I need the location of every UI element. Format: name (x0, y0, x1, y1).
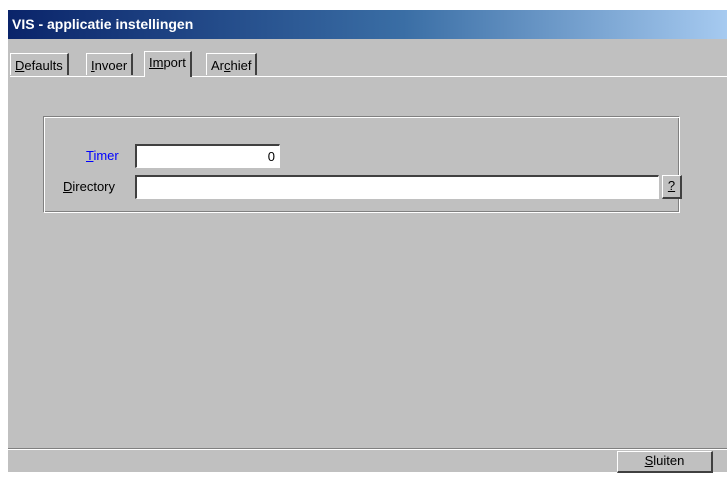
title-bar: VIS - applicatie instellingen (8, 10, 727, 39)
browse-button-label: ? (667, 178, 676, 193)
directory-label-text: irectory (72, 179, 116, 194)
tab-defaults-mnemonic: D (15, 58, 25, 73)
import-settings-group: Timer Directory ? (43, 116, 682, 213)
tab-defaults-label: efaults (24, 58, 63, 73)
tab-strip: Defaults Invoer Import Archief (10, 51, 727, 77)
directory-label-mnemonic: D (63, 179, 73, 194)
window-title: VIS - applicatie instellingen (12, 16, 194, 32)
tab-archief[interactable]: Archief (206, 53, 258, 75)
tab-invoer-label: nvoer (94, 58, 128, 73)
timer-label-text: imer (93, 148, 119, 163)
bottom-button-bar: Sluiten (8, 448, 727, 473)
tab-import-mnemonic: Im (149, 55, 164, 70)
browse-directory-button[interactable]: ? (662, 175, 682, 199)
tab-invoer[interactable]: Invoer (86, 53, 134, 75)
tab-archief-prefix: Ar (211, 58, 224, 73)
close-button[interactable]: Sluiten (617, 451, 713, 473)
tab-import-label: port (163, 55, 186, 70)
close-button-mnemonic: S (644, 453, 654, 468)
tab-archief-label: hief (230, 58, 252, 73)
timer-label: Timer (86, 148, 119, 163)
tab-defaults[interactable]: Defaults (10, 53, 69, 75)
tab-import[interactable]: Import (144, 51, 192, 77)
settings-window: VIS - applicatie instellingen Defaults I… (8, 10, 727, 473)
directory-input[interactable] (135, 175, 659, 199)
timer-input[interactable] (135, 144, 280, 168)
close-button-label: luiten (653, 453, 685, 468)
directory-label: Directory (63, 179, 115, 194)
